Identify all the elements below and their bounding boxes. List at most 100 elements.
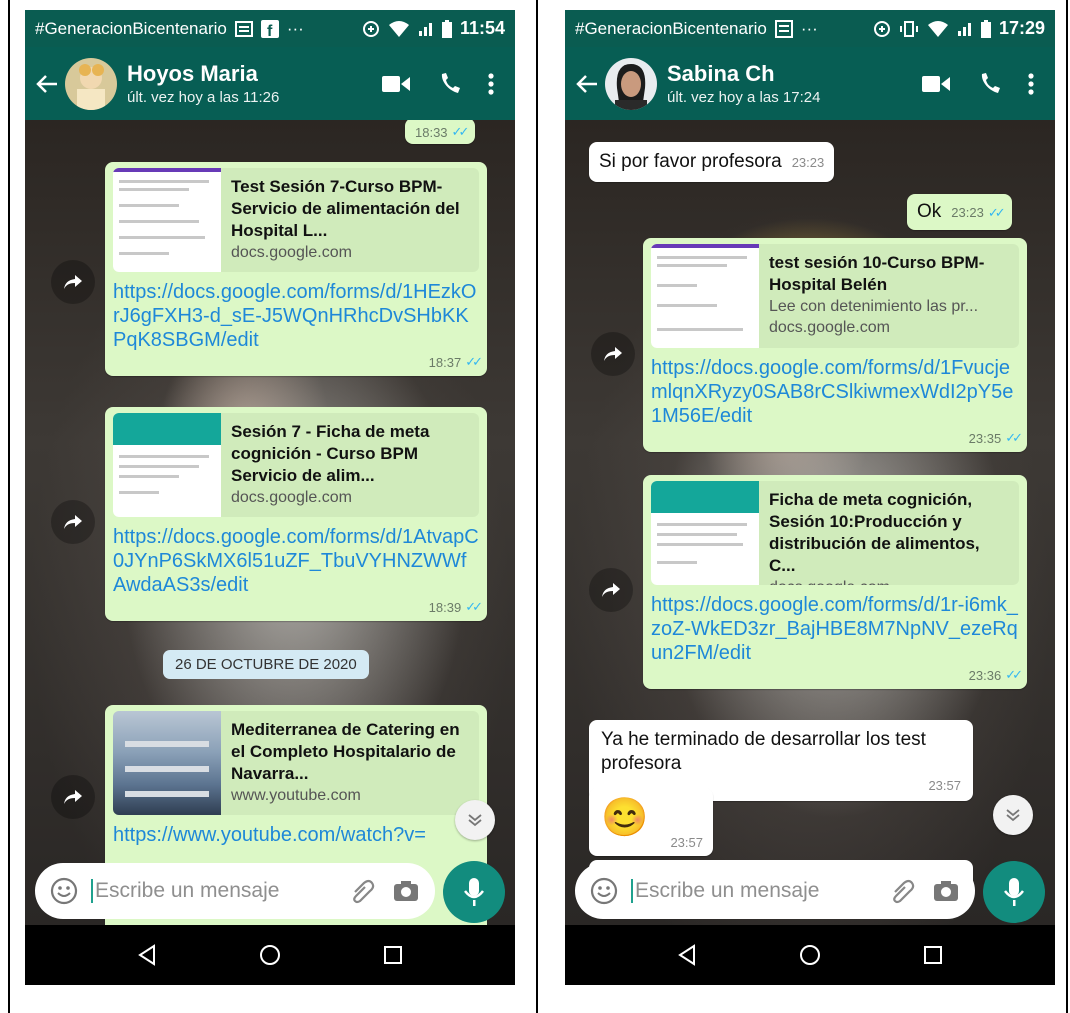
forward-icon[interactable] (589, 568, 633, 612)
menu-dots-icon[interactable] (1017, 64, 1045, 104)
message-time: 23:36 (968, 667, 1002, 683)
message-link[interactable]: https://docs.google.com/forms/d/1r-i6mk_… (651, 593, 1019, 665)
back-arrow-icon[interactable] (33, 70, 61, 98)
phone-screenshot-left: #GeneracionBicentenario f ··· 11:54 Hoyo… (25, 10, 515, 985)
back-arrow-icon[interactable] (573, 70, 601, 98)
forward-icon[interactable] (51, 260, 95, 304)
scroll-down-button[interactable] (455, 800, 495, 840)
contact-name: Sabina Ch (667, 61, 775, 86)
nav-home-icon[interactable] (790, 935, 830, 975)
contact-info[interactable]: Sabina Ch últ. vez hoy a las 17:24 (667, 61, 909, 106)
message-link[interactable]: https://docs.google.com/forms/d/1AtvapC0… (113, 525, 479, 597)
video-call-icon[interactable] (369, 64, 423, 104)
mic-button[interactable] (443, 861, 505, 923)
read-ticks-icon: ✓✓ (451, 124, 470, 139)
message-time: 18:33 (415, 124, 448, 140)
preview-domain: docs.google.com (231, 244, 352, 261)
chat-area: Si por favor profesora 23:23 Ok 23:23 ✓✓ te… (565, 120, 1055, 925)
message-input[interactable]: Escribe un mensaje (91, 879, 335, 903)
voice-call-icon[interactable] (963, 64, 1017, 104)
data-saver-icon (873, 20, 891, 38)
signal-icon (418, 21, 434, 37)
message-link[interactable]: https://docs.google.com/forms/d/1Fvucjem… (651, 356, 1019, 428)
incoming-message[interactable]: Si por favor profesora 23:23 (589, 142, 835, 182)
chat-header: Sabina Ch últ. vez hoy a las 17:24 (565, 47, 1055, 120)
mic-button[interactable] (983, 861, 1045, 923)
camera-icon[interactable] (929, 874, 963, 908)
read-ticks-icon: ✓✓ (465, 354, 483, 369)
news-icon (234, 20, 253, 37)
read-ticks-icon: ✓✓ (1005, 667, 1023, 682)
message-link[interactable]: https://www.youtube.com/watch?v= (113, 823, 479, 847)
scroll-down-button[interactable] (993, 795, 1033, 835)
battery-icon (980, 19, 991, 38)
form-thumbnail (651, 244, 759, 348)
link-preview[interactable]: test sesión 10-Curso BPM-Hospital Belén … (651, 244, 1019, 348)
nav-back-icon[interactable] (127, 935, 167, 975)
preview-title: Sesión 7 - Ficha de meta cognición - Cur… (231, 422, 430, 485)
date-separator: 26 DE OCTUBRE DE 2020 (163, 650, 369, 679)
camera-icon[interactable] (389, 874, 423, 908)
nav-recents-icon[interactable] (373, 935, 413, 975)
status-tagline: #GeneracionBicentenario (575, 18, 767, 38)
message-link-1[interactable]: Test Sesión 7-Curso BPM-Servicio de alim… (105, 162, 487, 376)
nav-back-icon[interactable] (667, 935, 707, 975)
data-saver-icon (362, 20, 380, 38)
avatar[interactable] (605, 57, 657, 110)
message-input[interactable]: Escribe un mensaje (631, 879, 875, 903)
attach-icon[interactable] (345, 874, 379, 908)
preview-domain: docs.google.com (231, 489, 352, 506)
status-bar: #GeneracionBicentenario f ··· 11:54 (25, 10, 515, 47)
emoji-icon[interactable] (47, 874, 81, 908)
read-ticks-icon: ✓✓ (987, 205, 1006, 220)
link-preview[interactable]: Sesión 7 - Ficha de meta cognición - Cur… (113, 413, 479, 517)
outgoing-message[interactable]: Ok 23:23 ✓✓ (907, 194, 1012, 230)
read-ticks-icon: ✓✓ (1005, 430, 1023, 445)
message-link[interactable]: https://docs.google.com/forms/d/1HEzkOrJ… (113, 280, 479, 352)
forward-icon[interactable] (591, 332, 635, 376)
link-preview[interactable]: Test Sesión 7-Curso BPM-Servicio de alim… (113, 168, 479, 272)
incoming-emoji-message[interactable]: 😊 23:57 (589, 788, 713, 856)
link-preview[interactable]: Mediterranea de Catering en el Completo … (113, 711, 479, 815)
message-time: 23:35 (968, 430, 1002, 446)
svg-text:f: f (267, 23, 273, 38)
message-time-only[interactable]: 18:33 ✓✓ (405, 120, 476, 144)
status-bar: #GeneracionBicentenario ··· 17:29 (565, 10, 1055, 47)
form-thumbnail (113, 413, 221, 517)
forward-icon[interactable] (51, 500, 95, 544)
contact-info[interactable]: Hoyos Maria últ. vez hoy a las 11:26 (127, 61, 369, 106)
nav-home-icon[interactable] (250, 935, 290, 975)
form-thumbnail (113, 168, 221, 272)
message-text: Ok (917, 201, 942, 222)
attach-icon[interactable] (885, 874, 919, 908)
emoji-icon[interactable] (587, 874, 621, 908)
read-ticks-icon: ✓✓ (465, 599, 483, 614)
voice-call-icon[interactable] (423, 64, 477, 104)
message-time: 23:23 (951, 205, 984, 220)
nav-recents-icon[interactable] (913, 935, 953, 975)
video-call-icon[interactable] (909, 64, 963, 104)
forward-icon[interactable] (51, 775, 95, 819)
message-time: 23:57 (670, 835, 703, 850)
frame-left (8, 0, 10, 1013)
news-icon (774, 19, 793, 38)
avatar[interactable] (65, 57, 117, 110)
message-input-bar: Escribe un mensaje (35, 863, 435, 919)
menu-dots-icon[interactable] (477, 64, 505, 104)
message-link-2[interactable]: Ficha de meta cognición, Sesión 10:Produ… (643, 475, 1027, 689)
wifi-icon (927, 20, 949, 38)
frame-right (1066, 0, 1068, 1013)
message-time: 23:57 (928, 778, 961, 793)
more-notifications-icon: ··· (286, 18, 304, 38)
message-link-2[interactable]: Sesión 7 - Ficha de meta cognición - Cur… (105, 407, 487, 621)
preview-domain: www.youtube.com (231, 787, 361, 804)
frame-middle (536, 0, 538, 1013)
link-preview[interactable]: Ficha de meta cognición, Sesión 10:Produ… (651, 481, 1019, 585)
video-thumbnail (113, 711, 221, 815)
chat-area: 18:33 ✓✓ Test Sesión 7-Curso BPM-Servicio… (25, 120, 515, 925)
preview-title: Test Sesión 7-Curso BPM-Servicio de alim… (231, 177, 460, 240)
preview-domain: docs.google.com (769, 319, 890, 336)
android-nav-bar (25, 925, 515, 985)
facebook-icon: f (260, 19, 279, 38)
message-link-1[interactable]: test sesión 10-Curso BPM-Hospital Belén … (643, 238, 1027, 452)
